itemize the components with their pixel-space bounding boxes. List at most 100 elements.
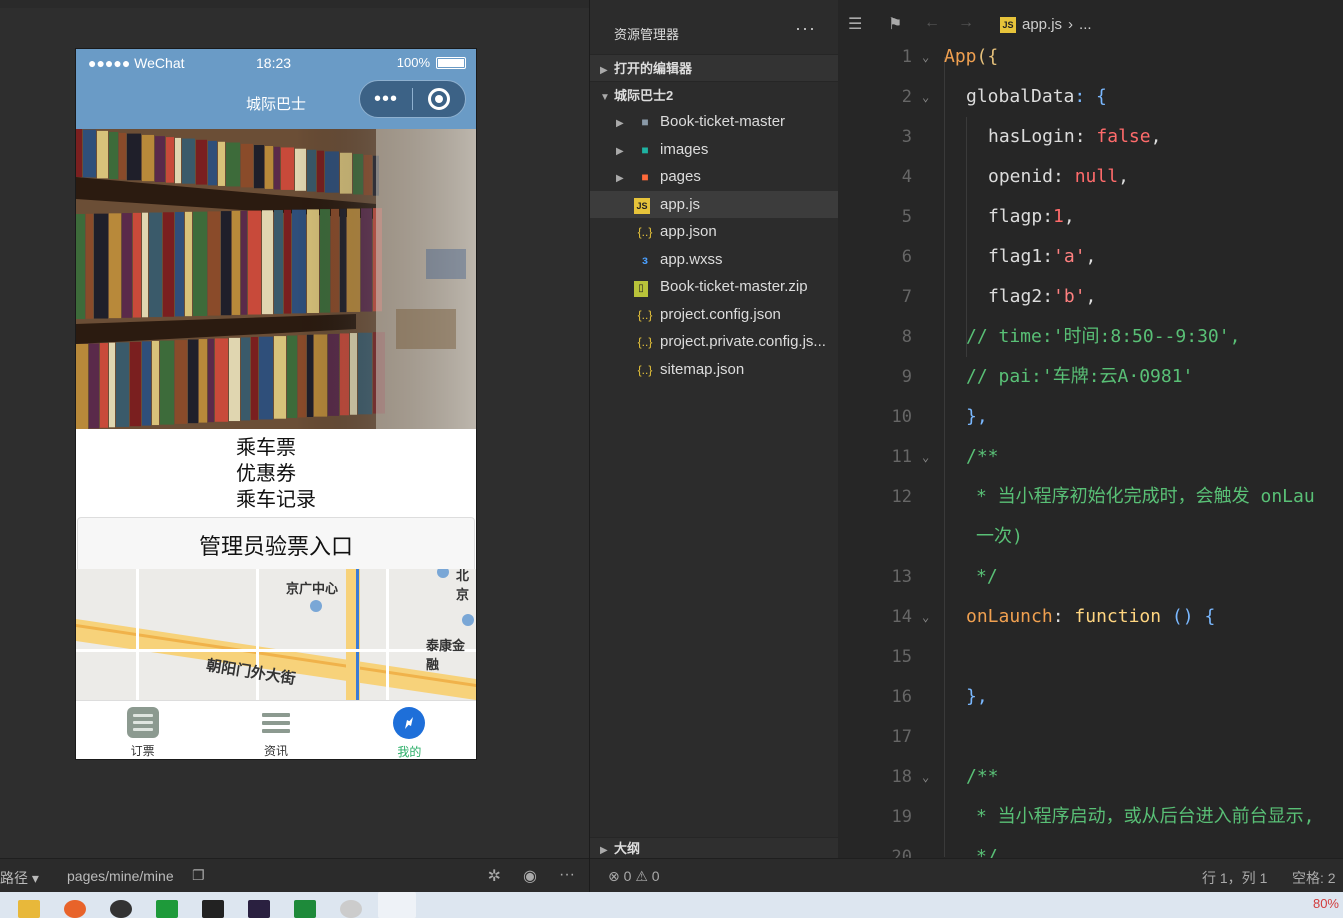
tab-mine[interactable]: 我的 — [343, 701, 476, 759]
app-drop-icon[interactable] — [110, 900, 132, 918]
line-number: 4 — [901, 167, 912, 187]
code-comment: * 当小程序初始化完成时，会触发 onLau — [976, 486, 1315, 507]
forward-arrow-icon[interactable]: → — [958, 14, 974, 32]
tab-booking-label: 订票 — [130, 744, 155, 758]
breadcrumb-more[interactable]: ... — [1079, 16, 1092, 33]
line-number: 19 — [891, 807, 912, 827]
chevron-down-icon[interactable]: ⌄ — [922, 437, 929, 477]
line-number: 6 — [901, 247, 912, 267]
os-taskbar: 80% — [0, 892, 1343, 918]
phone-screen: ●●●●● WeChat 18:23 100% 城际巴士 ••• 乘车票 优惠券… — [76, 49, 476, 759]
folder-icon: ■ — [641, 115, 649, 129]
tree-item-project-private-config[interactable]: {..} project.private.config.js... — [590, 328, 838, 356]
code-token: : — [1042, 246, 1054, 267]
pages-folder-icon: ■ — [641, 170, 649, 184]
tree-item-book-ticket-master[interactable]: ▶ ■ Book-ticket-master — [590, 108, 838, 136]
menu-item-coupons[interactable]: 优惠券 — [76, 461, 476, 487]
section-open-editors[interactable]: ▶ 打开的编辑器 — [590, 54, 838, 81]
wechat-devtools-icon[interactable] — [378, 892, 416, 918]
back-arrow-icon[interactable]: ← — [924, 14, 940, 32]
tree-item-pages[interactable]: ▶ ■ pages — [590, 163, 838, 191]
copy-icon[interactable]: ❐ — [192, 867, 205, 884]
close-mini-program-button[interactable] — [413, 88, 465, 110]
tab-booking[interactable]: 订票 — [76, 701, 209, 759]
tree-item-zip[interactable]: ▯ Book-ticket-master.zip — [590, 273, 838, 301]
eye-icon[interactable]: ◉ — [523, 866, 537, 886]
code-editor[interactable]: ☰ ⚑ ← → JS app.js › ... 1 ⌄ App({ 2 ⌄ gl… — [838, 0, 1343, 858]
intellij-icon[interactable] — [248, 900, 270, 918]
code-line: 17 — [838, 717, 1343, 757]
indent-spaces[interactable]: 空格: 2 — [1292, 868, 1336, 888]
tab-news[interactable]: 资讯 — [209, 701, 342, 759]
code-token: () { — [1161, 606, 1216, 627]
code-token: , — [1085, 286, 1097, 307]
code-line: 19 * 当小程序启动，或从后台进入前台显示, — [838, 797, 1343, 837]
line-number: 3 — [901, 127, 912, 147]
tree-item-images[interactable]: ▶ ■ images — [590, 136, 838, 164]
code-comment: */ — [976, 566, 998, 587]
tree-item-app-wxss[interactable]: з app.wxss — [590, 246, 838, 274]
admin-ticket-check-button[interactable]: 管理员验票入口 — [77, 517, 475, 573]
record-circle-icon — [428, 88, 450, 110]
breadcrumb: JS app.js › ... — [1000, 16, 1092, 33]
firefox-icon[interactable] — [64, 900, 86, 918]
json-file-icon: {..} — [637, 225, 653, 239]
code-line: 9 // pai:'车牌:云A·0981' — [838, 357, 1343, 397]
explorer-more-button[interactable]: ··· — [795, 18, 816, 39]
cursor-position[interactable]: 行 1，列 1 — [1202, 868, 1267, 888]
page-path: pages/mine/mine — [67, 868, 174, 884]
code-line: 14 ⌄ onLaunch: function () { — [838, 597, 1343, 637]
explorer-panel: 资源管理器 ··· ▶ 打开的编辑器 ▼ 城际巴士2 ▶ ■ Book-ticket-m… — [590, 0, 838, 858]
tree-item-sitemap[interactable]: {..} sitemap.json — [590, 356, 838, 384]
project-app-icon[interactable] — [294, 900, 316, 918]
avatar-app-icon[interactable] — [340, 900, 362, 918]
menu-item-ride-records[interactable]: 乘车记录 — [76, 487, 476, 513]
js-file-icon: JS — [1000, 16, 1016, 33]
json-file-icon: {..} — [637, 362, 653, 377]
tree-item-label: project.config.json — [660, 305, 781, 323]
chevron-right-icon: ▶ — [616, 173, 624, 184]
simulator-panel: ●●●●● WeChat 18:23 100% 城际巴士 ••• 乘车票 优惠券… — [0, 0, 589, 858]
file-tree: ▶ ■ Book-ticket-master ▶ ■ images ▶ ■ pages JS… — [590, 108, 838, 383]
css-file-icon: з — [642, 252, 648, 267]
tree-item-app-js[interactable]: JS app.js — [590, 190, 838, 218]
code-line: 3 hasLogin: false, — [838, 117, 1343, 157]
code-token: : — [1042, 286, 1054, 307]
more-menu-button[interactable]: ••• — [360, 89, 412, 109]
code-token: openid — [988, 166, 1054, 187]
explorer-header: 资源管理器 ··· — [590, 0, 838, 54]
chevron-down-icon[interactable]: ⌄ — [922, 77, 929, 117]
editor-status-bar: ⊗ 0 ⚠ 0 行 1，列 1 空格: 2 — [590, 858, 1343, 892]
tree-item-label: app.wxss — [660, 250, 723, 268]
map-label-taikang: 泰康金融 — [426, 638, 466, 672]
list-icon[interactable]: ☰ — [848, 14, 862, 34]
error-count: 0 — [623, 868, 632, 884]
breadcrumb-file[interactable]: app.js — [1022, 16, 1062, 33]
section-outline-label: 大纲 — [614, 841, 641, 856]
code-comment: // time:'时间:8:50--9:30', — [966, 326, 1241, 347]
file-explorer-icon[interactable] — [18, 900, 40, 918]
map-label-beijing: 北京 — [456, 569, 470, 602]
page-path-dropdown[interactable]: 路径 ▾ — [0, 868, 39, 888]
section-project[interactable]: ▼ 城际巴士2 — [590, 81, 838, 108]
line-number: 16 — [891, 687, 912, 707]
terminal-icon[interactable] — [202, 900, 224, 918]
problems-indicator[interactable]: ⊗ 0 ⚠ 0 — [608, 868, 660, 885]
menu-item-tickets[interactable]: 乘车票 — [76, 435, 476, 461]
debug-bug-icon[interactable]: ✲ — [488, 866, 501, 886]
chevron-down-icon[interactable]: ⌄ — [922, 597, 929, 637]
battery-indicator: 100% — [397, 55, 466, 70]
more-icon[interactable]: ··· — [559, 866, 575, 886]
tree-item-project-config[interactable]: {..} project.config.json — [590, 301, 838, 329]
map-view[interactable]: 京广中心 泰康金融 朝阳门外大街 北京 — [76, 569, 476, 700]
js-file-icon: JS — [634, 197, 650, 214]
pycharm-icon[interactable] — [156, 900, 178, 918]
code-token: }, — [966, 406, 988, 427]
section-outline[interactable]: ▶ 大纲 — [590, 837, 838, 858]
code-token: , — [1063, 206, 1075, 227]
chevron-down-icon[interactable]: ⌄ — [922, 757, 929, 797]
section-project-label: 城际巴士2 — [614, 88, 674, 103]
tree-item-app-json[interactable]: {..} app.json — [590, 218, 838, 246]
chevron-down-icon[interactable]: ⌄ — [922, 37, 929, 77]
bookmark-icon[interactable]: ⚑ — [888, 14, 902, 34]
